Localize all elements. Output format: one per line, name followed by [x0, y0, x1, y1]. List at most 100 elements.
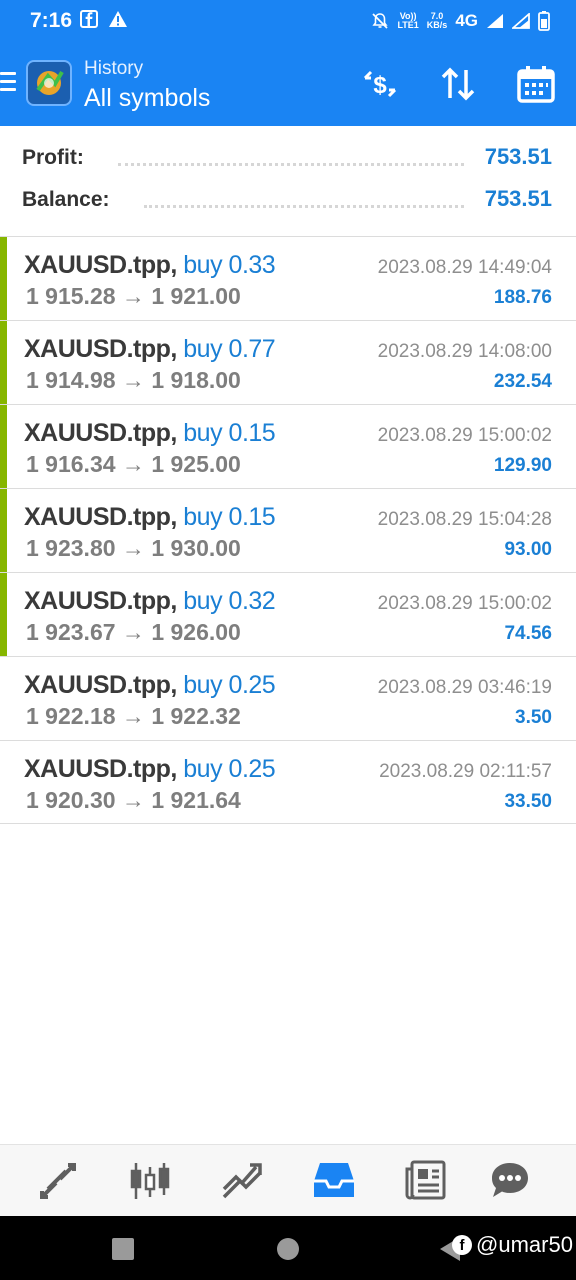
trade-symbol: XAUUSD.tpp, [24, 503, 177, 531]
chart-icon[interactable] [128, 1159, 172, 1203]
trade-row[interactable]: XAUUSD.tpp, buy 0.15 1 916.34 → 1 925.00 2… [0, 404, 576, 489]
profit-label: Profit: [22, 146, 84, 169]
trade-symbol: XAUUSD.tpp, [24, 419, 177, 447]
trade-symbol: XAUUSD.tpp, [24, 587, 177, 615]
trade-row[interactable]: XAUUSD.tpp, buy 0.25 1 920.30 → 1 921.64 2… [0, 740, 576, 824]
trade-side: buy 0.25 [183, 755, 276, 783]
trade-profit: 129.90 [493, 455, 552, 476]
price-arrow: → [121, 703, 145, 729]
price-arrow: → [121, 367, 145, 393]
trade-side: buy 0.25 [183, 671, 276, 699]
volte-indicator: Vo)) LTE1 [397, 12, 418, 30]
price-arrow: → [121, 535, 145, 561]
buy-marker [0, 321, 7, 405]
trade-side: buy 0.32 [183, 587, 276, 615]
trade-open-price: 1 914.98 [26, 367, 116, 393]
trade-side: buy 0.15 [183, 419, 276, 447]
chat-icon[interactable] [488, 1159, 532, 1203]
price-arrow: → [121, 619, 145, 645]
trade-time: 2023.08.29 14:08:00 [377, 341, 552, 362]
header-title[interactable]: All symbols [84, 84, 210, 113]
balance-value: 753.51 [484, 186, 552, 211]
trade-profit: 232.54 [493, 371, 552, 392]
trade-open-price: 1 915.28 [26, 283, 116, 309]
trade-time: 2023.08.29 03:46:19 [377, 677, 552, 698]
net-speed-unit: KB/s [426, 20, 448, 30]
metatrader-logo [26, 60, 72, 106]
top-bar: 7:16 Vo)) LTE1 7.0 KB/s 4G History All s… [0, 0, 576, 126]
trade-icon[interactable] [220, 1159, 264, 1203]
trade-prices: 1 922.18 → 1 922.32 [26, 703, 241, 730]
account-summary: Profit: 753.51 Balance: 753.51 [0, 126, 576, 236]
price-arrow: → [121, 787, 145, 813]
trade-list: XAUUSD.tpp, buy 0.33 1 915.28 → 1 921.00 2… [0, 236, 576, 824]
trade-close-price: 1 926.00 [151, 619, 241, 645]
history-icon[interactable] [312, 1159, 356, 1203]
trade-prices: 1 915.28 → 1 921.00 [26, 283, 241, 310]
system-navigation-bar: f @umar50 [0, 1216, 576, 1280]
trade-symbol-line: XAUUSD.tpp, buy 0.15 [24, 503, 276, 532]
trade-symbol-line: XAUUSD.tpp, buy 0.77 [24, 335, 276, 364]
trade-profit: 74.56 [504, 623, 552, 644]
price-arrow: → [121, 451, 145, 477]
trade-row[interactable]: XAUUSD.tpp, buy 0.77 1 914.98 → 1 918.00 2… [0, 320, 576, 405]
trade-row[interactable]: XAUUSD.tpp, buy 0.25 1 922.18 → 1 922.32 2… [0, 656, 576, 740]
buy-marker [0, 573, 7, 657]
home-button[interactable] [277, 1238, 299, 1260]
buy-marker [0, 489, 7, 573]
menu-icon[interactable] [0, 72, 16, 94]
signal-icon-2 [512, 13, 530, 29]
buy-marker [0, 405, 7, 489]
trade-close-price: 1 922.32 [151, 703, 241, 729]
currency-exchange-icon[interactable]: $ [360, 64, 400, 104]
trade-open-price: 1 920.30 [26, 787, 116, 813]
balance-label: Balance: [22, 188, 110, 211]
network-type: 4G [455, 11, 478, 30]
svg-text:$: $ [373, 72, 387, 99]
sort-icon[interactable] [438, 64, 478, 104]
trade-profit: 93.00 [504, 539, 552, 560]
trade-prices: 1 916.34 → 1 925.00 [26, 451, 241, 478]
trade-close-price: 1 921.64 [151, 787, 241, 813]
volte-bottom: LTE1 [397, 20, 419, 30]
trade-profit: 3.50 [515, 707, 552, 728]
trade-symbol: XAUUSD.tpp, [24, 335, 177, 363]
trade-prices: 1 923.67 → 1 926.00 [26, 619, 241, 646]
warning-icon [109, 11, 127, 27]
trade-symbol-line: XAUUSD.tpp, buy 0.25 [24, 755, 276, 784]
trade-prices: 1 923.80 → 1 930.00 [26, 535, 241, 562]
trade-time: 2023.08.29 15:00:02 [377, 425, 552, 446]
recents-button[interactable] [112, 1238, 134, 1260]
trade-time: 2023.08.29 15:00:02 [377, 593, 552, 614]
trade-profit: 33.50 [504, 791, 552, 812]
trade-prices: 1 914.98 → 1 918.00 [26, 367, 241, 394]
watermark-text: @umar50 [476, 1232, 573, 1257]
signal-icon-1 [487, 14, 503, 28]
trade-symbol: XAUUSD.tpp, [24, 251, 177, 279]
mute-bell-icon [372, 13, 389, 29]
balance-row: Balance: 753.51 [22, 186, 552, 218]
calendar-icon[interactable] [516, 64, 556, 104]
quotes-icon[interactable] [36, 1159, 80, 1203]
status-time: 7:16 [30, 9, 73, 32]
profit-value: 753.51 [484, 144, 552, 169]
price-arrow: → [121, 283, 145, 309]
trade-close-price: 1 918.00 [151, 367, 241, 393]
trade-open-price: 1 923.67 [26, 619, 116, 645]
trade-side: buy 0.77 [183, 335, 276, 363]
trade-open-price: 1 922.18 [26, 703, 116, 729]
trade-symbol-line: XAUUSD.tpp, buy 0.32 [24, 587, 276, 616]
trade-row[interactable]: XAUUSD.tpp, buy 0.15 1 923.80 → 1 930.00 2… [0, 488, 576, 573]
trade-row[interactable]: XAUUSD.tpp, buy 0.32 1 923.67 → 1 926.00 2… [0, 572, 576, 657]
facebook-notification-icon [80, 10, 98, 28]
news-icon[interactable] [404, 1159, 448, 1203]
trade-close-price: 1 925.00 [151, 451, 241, 477]
trade-profit: 188.76 [493, 287, 552, 308]
trade-symbol-line: XAUUSD.tpp, buy 0.15 [24, 419, 276, 448]
trade-time: 2023.08.29 15:04:28 [377, 509, 552, 530]
trade-row[interactable]: XAUUSD.tpp, buy 0.33 1 915.28 → 1 921.00 2… [0, 236, 576, 321]
trade-side: buy 0.15 [183, 503, 276, 531]
trade-time: 2023.08.29 02:11:57 [379, 761, 552, 782]
balance-dots [144, 205, 464, 208]
trade-prices: 1 920.30 → 1 921.64 [26, 787, 241, 814]
